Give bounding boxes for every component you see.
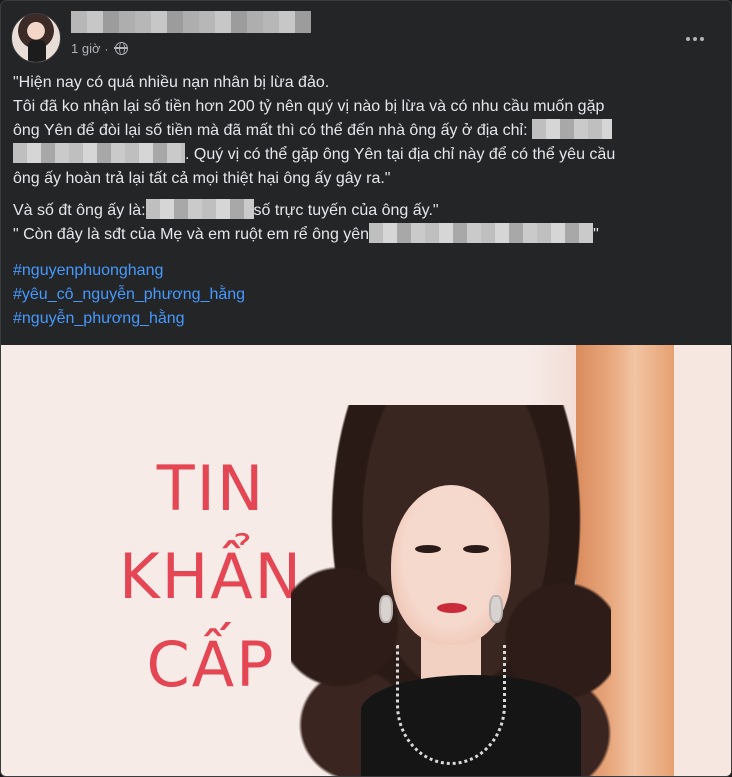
redacted-address [13, 143, 185, 163]
text-line: . Quý vị có thể gặp ông Yên tại địa chỉ … [13, 143, 713, 167]
headline-line: TIN [156, 452, 266, 525]
avatar[interactable] [11, 13, 61, 63]
portrait-necklace [396, 645, 506, 765]
headline-line: KHẨN [118, 540, 304, 613]
post-meta: 1 giờ · [71, 41, 128, 56]
globe-icon[interactable] [114, 41, 128, 55]
hashtag-link[interactable]: #nguyễn_phương_hằng [13, 307, 245, 331]
text-line: ông Yên để đòi lại số tiền mà đã mất thì… [13, 119, 713, 143]
headline-line: CẤP [146, 628, 276, 701]
more-horizontal-icon [686, 37, 690, 41]
text-line: Tôi đã ko nhận lại số tiền hơn 200 tỷ nê… [13, 98, 605, 115]
redacted-address [532, 119, 612, 139]
meta-separator: · [104, 41, 109, 56]
post-image[interactable]: TIN KHẨN CẤP [1, 345, 731, 776]
more-options-button[interactable] [677, 21, 713, 57]
post-text: "Hiện nay có quá nhiều nạn nhân bị lừa đ… [13, 71, 713, 247]
author-name-redacted[interactable] [71, 11, 311, 33]
text-line: ông ấy hoàn trả lại tất cả mọi thiệt hại… [13, 170, 391, 187]
redacted-phone [369, 223, 594, 243]
hashtag-list: #nguyenphuonghang #yêu_cô_nguyễn_phương_… [13, 259, 245, 331]
redacted-phone [145, 199, 254, 219]
post-header: 1 giờ · [11, 11, 723, 63]
feed-post: 1 giờ · "Hiện nay có quá nhiều nạn nhân … [0, 0, 732, 777]
post-time[interactable]: 1 giờ [71, 41, 101, 56]
hashtag-link[interactable]: #nguyenphuonghang [13, 259, 245, 283]
text-line: " Còn đây là sđt của Mẹ và em ruột em rể… [13, 223, 713, 247]
image-headline: TIN KHẨN CẤP [106, 445, 316, 709]
text-line: "Hiện nay có quá nhiều nạn nhân bị lừa đ… [13, 74, 330, 91]
hashtag-link[interactable]: #yêu_cô_nguyễn_phương_hằng [13, 283, 245, 307]
text-line: Và số đt ông ấy là: số trực tuyến của ông… [13, 199, 713, 223]
